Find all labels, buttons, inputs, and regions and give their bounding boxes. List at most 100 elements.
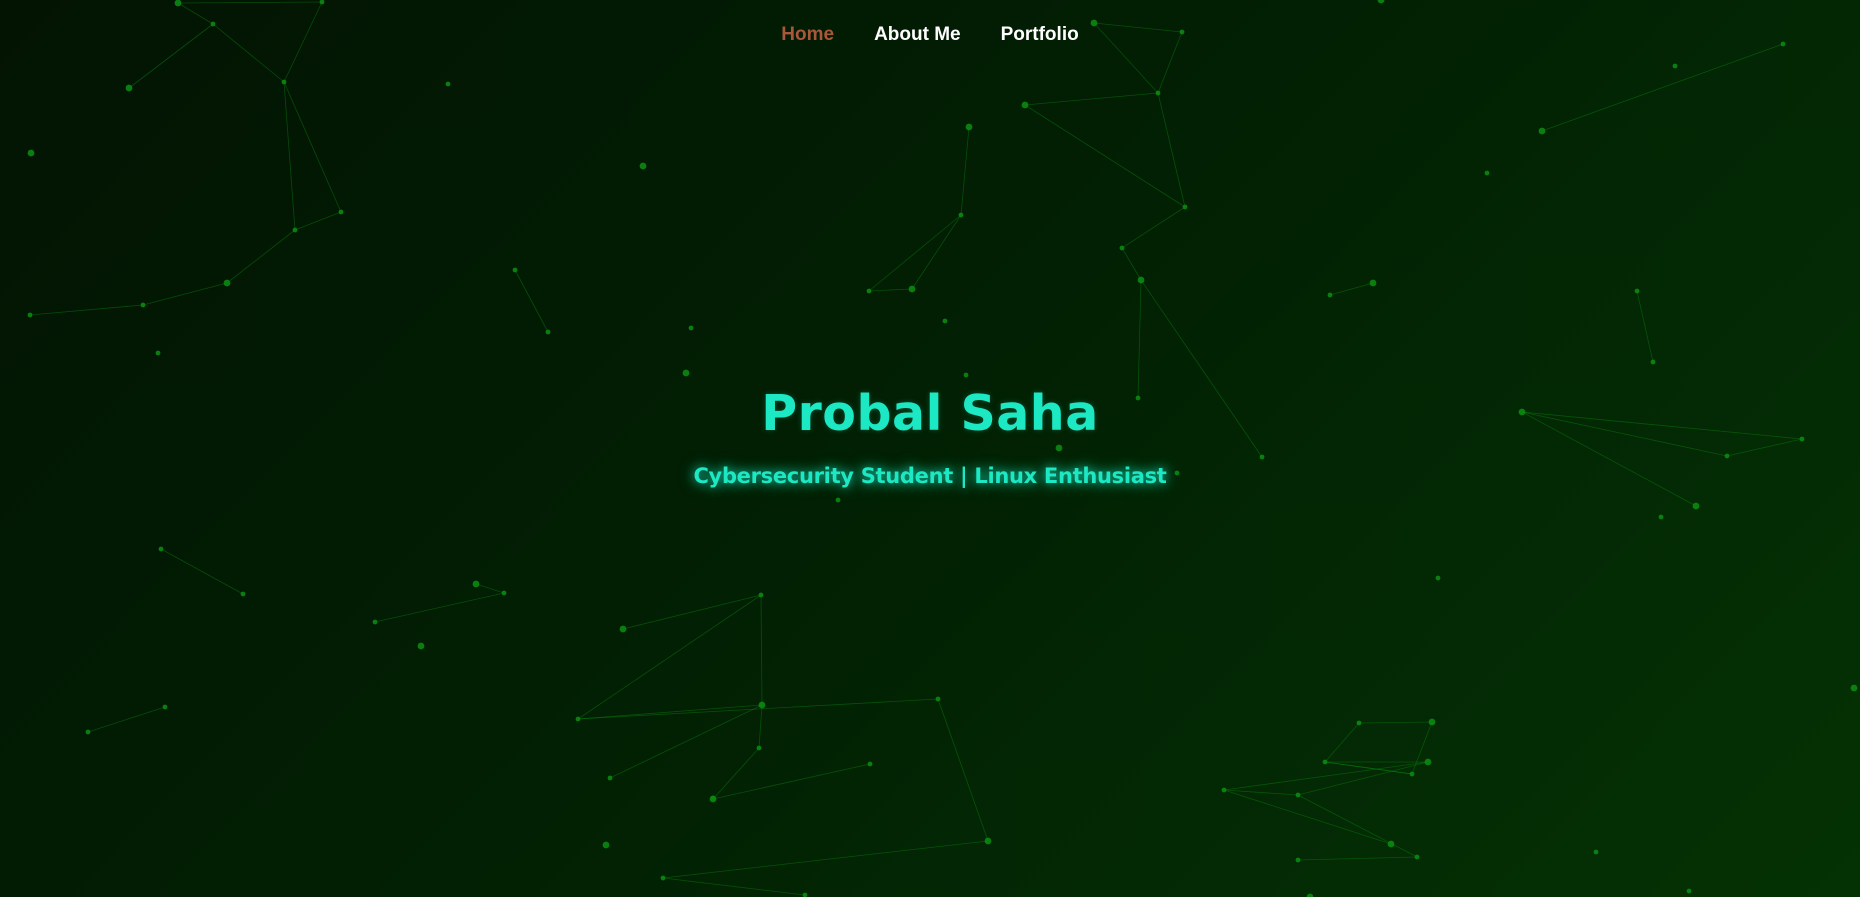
particle-dot	[942, 318, 948, 324]
particle-dot	[1221, 787, 1227, 793]
particle-link	[577, 704, 763, 720]
particle-link	[1541, 43, 1784, 132]
particle-link	[177, 1, 323, 4]
particle-dot	[1327, 292, 1333, 298]
particle-link	[1024, 92, 1159, 106]
particle-link	[662, 840, 989, 879]
particle-dot	[619, 625, 627, 633]
particle-dot	[417, 642, 425, 650]
particle-dot	[155, 350, 161, 356]
particle-dot	[338, 209, 344, 215]
particle-dot	[1155, 90, 1161, 96]
particle-link	[142, 282, 228, 306]
particle-link	[29, 304, 144, 316]
particle-link	[911, 214, 962, 290]
particle-link	[1223, 761, 1429, 791]
particle-dot	[866, 288, 872, 294]
particle-dot	[85, 729, 91, 735]
particle-dot	[319, 0, 325, 5]
particle-dot	[1409, 771, 1415, 777]
particle-dot	[545, 329, 551, 335]
particle-dot	[758, 701, 766, 709]
particle-dot	[1658, 514, 1664, 520]
particle-dot	[292, 227, 298, 233]
particle-dot	[501, 590, 507, 596]
particle-dot	[682, 369, 690, 377]
particle-dot	[372, 619, 378, 625]
particle-link	[622, 594, 762, 630]
particle-link	[1121, 206, 1186, 249]
particle-dot	[756, 745, 762, 751]
particle-dot	[1387, 840, 1395, 848]
particle-link	[937, 698, 989, 842]
particle-dot	[1295, 792, 1301, 798]
particle-link	[1324, 722, 1360, 763]
particle-link	[1137, 279, 1142, 399]
particle-link	[160, 548, 244, 595]
particle-dot	[1137, 276, 1145, 284]
particle-dot	[575, 716, 581, 722]
particle-dot	[1593, 849, 1599, 855]
particle-dot	[1119, 245, 1125, 251]
particle-dot	[607, 775, 613, 781]
particle-link	[1024, 104, 1186, 208]
particle-link	[712, 747, 760, 800]
particle-dot	[1484, 170, 1490, 176]
particle-dot	[908, 285, 916, 293]
particle-link	[1157, 92, 1186, 208]
particle-dot	[240, 591, 246, 597]
hero-subtitle: Cybersecurity Student | Linux Enthusiast	[693, 464, 1167, 488]
particle-dot	[158, 546, 164, 552]
particle-dot	[125, 84, 133, 92]
particle-dot	[1306, 893, 1314, 897]
particle-dot	[445, 81, 451, 87]
particle-link	[1297, 794, 1418, 858]
particle-dot	[963, 372, 969, 378]
particle-dot	[1322, 759, 1328, 765]
particle-dot	[1369, 279, 1377, 287]
nav-link-about-me[interactable]: About Me	[874, 24, 961, 46]
particle-dot	[867, 761, 873, 767]
particle-link	[514, 269, 549, 333]
particle-dot	[1356, 720, 1362, 726]
particle-link	[1297, 856, 1418, 861]
particle-link	[1121, 247, 1142, 281]
particle-dot	[1850, 684, 1858, 692]
nav-link-home[interactable]: Home	[781, 24, 834, 46]
particle-dot	[1692, 502, 1700, 510]
particle-link	[577, 698, 939, 720]
particle-link	[226, 229, 296, 284]
particle-dot	[688, 325, 694, 331]
particle-link	[475, 583, 505, 594]
particle-link	[87, 706, 166, 733]
particle-dot	[1435, 575, 1441, 581]
particle-link	[662, 877, 806, 896]
particle-link	[177, 2, 214, 25]
particle-link	[1358, 721, 1433, 724]
particle-dot	[140, 302, 146, 308]
particle-link	[1223, 789, 1392, 845]
particle-dot	[1686, 888, 1692, 894]
nav-link-portfolio[interactable]: Portfolio	[1001, 24, 1079, 46]
particle-dot	[1021, 101, 1029, 109]
particle-link	[294, 211, 342, 231]
particle-dot	[965, 123, 973, 131]
particle-dot	[162, 704, 168, 710]
particle-dot	[1428, 718, 1436, 726]
particle-dot	[602, 841, 610, 849]
particle-link	[868, 214, 962, 292]
main-nav: Home About Me Portfolio	[0, 24, 1860, 46]
particle-link	[1223, 789, 1299, 796]
particle-dot	[472, 580, 480, 588]
particle-dot	[27, 312, 33, 318]
particle-dot	[984, 837, 992, 845]
particle-dot	[1377, 0, 1385, 4]
particle-dot	[27, 149, 35, 157]
particle-dot	[223, 279, 231, 287]
particle-dot	[935, 696, 941, 702]
particle-link	[1636, 290, 1654, 363]
particle-dot	[958, 212, 964, 218]
particle-dot	[758, 592, 764, 598]
particle-dot	[639, 162, 647, 170]
particle-dot	[710, 795, 716, 801]
